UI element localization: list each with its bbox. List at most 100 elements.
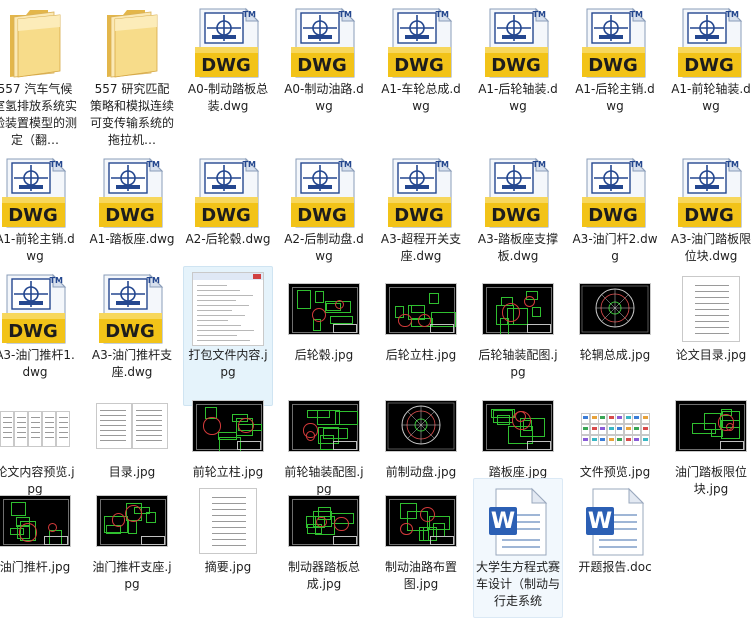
image-thumbnail [192,272,264,346]
file-name: 后轮轴装配图.jpg [478,348,558,379]
image-thumbnail [385,273,457,345]
svg-text:DWG: DWG [394,55,444,76]
image-thumbnail [96,390,168,462]
file-name: A1-车轮总成.dwg [381,82,461,113]
svg-text:DWG: DWG [491,55,541,76]
file-item[interactable]: 油门推杆支座.jpg [87,478,177,618]
file-name: A1-踏板座.dwg [89,232,175,246]
svg-text:W: W [491,509,515,534]
dwg-file-icon: DWG TM [288,157,360,229]
file-name: A0-制动踏板总装.dwg [187,82,269,113]
svg-text:TM: TM [50,276,63,285]
file-item[interactable]: 制动油路布置图.jpg [376,478,466,618]
svg-text:DWG: DWG [8,205,58,226]
file-name: A1-前轮轴装.dwg [671,82,751,113]
svg-text:DWG: DWG [105,205,155,226]
file-item[interactable]: W 开题报告.doc [570,478,660,618]
file-name: A2-后轮毂.dwg [185,232,271,246]
file-name: 制动器踏板总成.jpg [287,560,360,591]
dwg-file-icon: DWG TM [288,7,360,79]
svg-text:TM: TM [243,160,256,169]
dwg-file-icon: DWG TM [675,7,747,79]
image-thumbnail [0,390,71,462]
svg-text:DWG: DWG [491,205,541,226]
folder-icon [96,7,168,79]
file-name: A3-油门推杆1.dwg [0,348,75,379]
file-name: 557 汽车气候室氢排放系统实验装置模型的测定（翻… [0,82,77,147]
image-thumbnail [192,390,264,462]
file-item[interactable]: W 大学生方程式赛车设计（制动与行走系统 [473,478,563,618]
image-thumbnail [482,390,554,462]
file-name: 轮辋总成.jpg [579,348,651,362]
dwg-file-icon: DWG TM [0,157,71,229]
file-name: 论文目录.jpg [675,348,747,362]
word-document-icon: W [482,485,554,557]
dwg-file-icon: DWG TM [579,157,651,229]
file-name: 油门推杆支座.jpg [92,560,172,591]
file-item[interactable]: 油门推杆.jpg [0,478,80,618]
svg-text:TM: TM [630,160,643,169]
svg-text:DWG: DWG [201,205,251,226]
dwg-file-icon: DWG TM [579,7,651,79]
dwg-file-icon: DWG TM [675,157,747,229]
file-name: 制动油路布置图.jpg [384,560,457,591]
file-item[interactable]: 摘要.jpg [183,478,273,618]
file-grid: 557 汽车气候室氢排放系统实验装置模型的测定（翻… 557 研究匹配策略和模拟… [0,0,756,618]
file-name: 油门推杆.jpg [0,560,71,574]
dwg-file-icon: DWG TM [192,157,264,229]
file-name: 油门踏板限位块.jpg [674,465,747,496]
svg-text:TM: TM [533,10,546,19]
svg-text:TM: TM [436,160,449,169]
svg-text:TM: TM [339,10,352,19]
svg-text:DWG: DWG [297,205,347,226]
image-thumbnail [482,273,554,345]
svg-text:W: W [588,509,612,534]
file-name: 摘要.jpg [204,560,252,574]
image-thumbnail [192,485,264,557]
svg-text:DWG: DWG [394,205,444,226]
svg-text:DWG: DWG [588,55,638,76]
svg-text:DWG: DWG [684,205,734,226]
image-thumbnail [288,390,360,462]
file-name: 开题报告.doc [578,560,652,574]
image-thumbnail [385,485,457,557]
svg-text:DWG: DWG [201,55,251,76]
dwg-file-icon: DWG TM [96,273,168,345]
file-item[interactable]: 油门踏板限位块.jpg [666,383,756,523]
file-name: A3-油门推杆支座.dwg [91,348,173,379]
svg-text:TM: TM [147,160,160,169]
image-thumbnail [385,390,457,462]
svg-text:DWG: DWG [105,321,155,342]
dwg-file-icon: DWG TM [192,7,264,79]
svg-text:TM: TM [726,160,739,169]
file-item[interactable]: DWG TM A0-制动油路.dwg [279,0,369,140]
file-item[interactable]: DWG TM A1-后轮主销.dwg [570,0,660,140]
svg-text:TM: TM [50,160,63,169]
file-item[interactable]: DWG TM A1-前轮轴装.dwg [666,0,756,140]
file-name: 后轮毂.jpg [294,348,354,362]
svg-text:TM: TM [726,10,739,19]
file-name: A1-后轮主销.dwg [575,82,655,113]
svg-text:TM: TM [533,160,546,169]
file-name: A1-后轮轴装.dwg [478,82,558,113]
dwg-file-icon: DWG TM [385,7,457,79]
file-item[interactable]: DWG TM A0-制动踏板总装.dwg [183,0,273,140]
file-item[interactable]: DWG TM A1-后轮轴装.dwg [473,0,563,140]
image-thumbnail [0,485,71,557]
file-item[interactable]: 557 汽车气候室氢排放系统实验装置模型的测定（翻… [0,0,80,147]
file-name: 大学生方程式赛车设计（制动与行走系统 [475,560,560,608]
folder-icon [0,7,71,79]
svg-text:TM: TM [339,160,352,169]
image-thumbnail [675,390,747,462]
file-item[interactable]: 制动器踏板总成.jpg [279,478,369,618]
word-document-icon: W [579,485,651,557]
file-name: A3-油门杆2.dwg [572,232,658,263]
svg-text:TM: TM [147,276,160,285]
file-name: A2-后制动盘.dwg [284,232,364,263]
svg-text:DWG: DWG [8,321,58,342]
file-item[interactable]: DWG TM A1-车轮总成.dwg [376,0,466,140]
dwg-file-icon: DWG TM [96,157,168,229]
svg-text:TM: TM [243,10,256,19]
file-name: A3-超程开关支座.dwg [380,232,462,263]
file-item[interactable]: 557 研究匹配策略和模拟连续可变传输系统的拖拉机… [87,0,177,147]
